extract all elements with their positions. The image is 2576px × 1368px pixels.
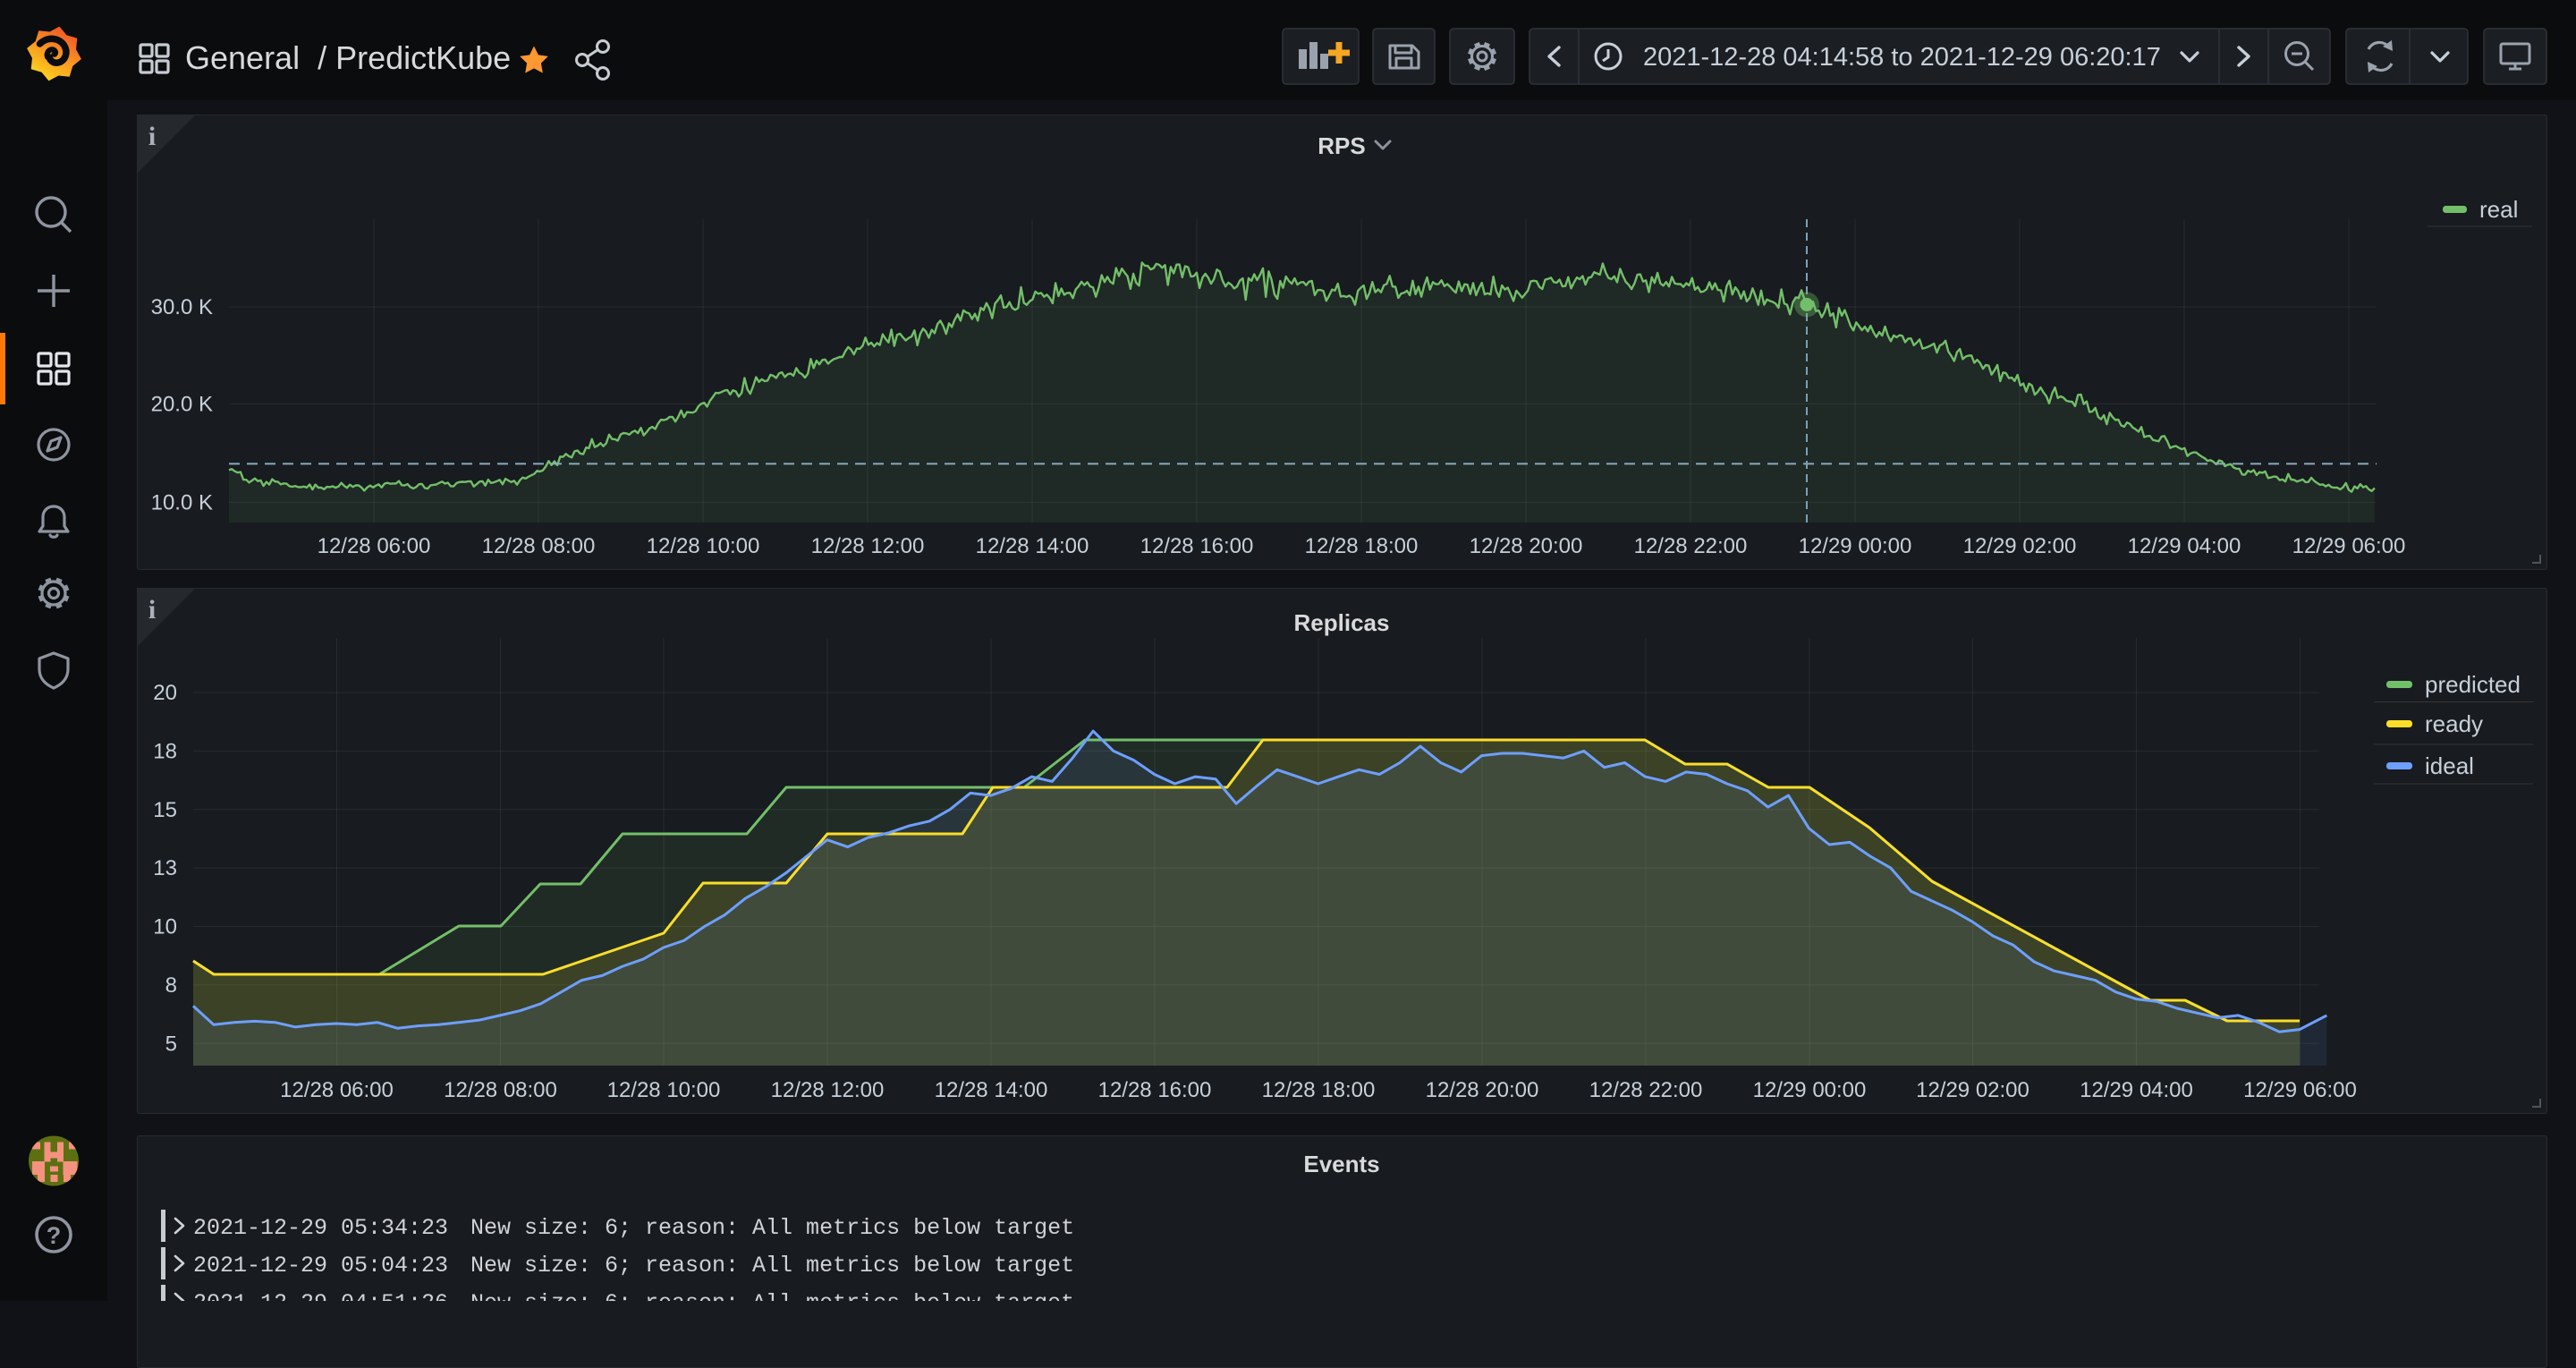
svg-text:12/28 06:00: 12/28 06:00 bbox=[280, 1078, 394, 1102]
svg-text:30.0 K: 30.0 K bbox=[151, 295, 213, 319]
svg-text:New size: 6; reason: All metri: New size: 6; reason: All metrics below t… bbox=[470, 1215, 1074, 1241]
svg-text:12/28 22:00: 12/28 22:00 bbox=[1634, 534, 1748, 558]
svg-text:12/29 04:00: 12/29 04:00 bbox=[2080, 1078, 2193, 1102]
svg-text:8: 8 bbox=[165, 973, 177, 998]
svg-text:10: 10 bbox=[153, 915, 177, 939]
svg-text:12/28 12:00: 12/28 12:00 bbox=[771, 1078, 885, 1102]
svg-text:General / PredictKube: General / PredictKube bbox=[185, 39, 511, 76]
svg-text:15: 15 bbox=[153, 798, 177, 822]
svg-text:12/28 16:00: 12/28 16:00 bbox=[1140, 534, 1254, 558]
svg-text:12/28 18:00: 12/28 18:00 bbox=[1262, 1078, 1376, 1102]
svg-text:predicted: predicted bbox=[2425, 671, 2521, 698]
svg-text:?: ? bbox=[47, 1222, 62, 1249]
svg-text:i: i bbox=[148, 595, 156, 625]
svg-text:12/29 00:00: 12/29 00:00 bbox=[1799, 534, 1912, 558]
svg-text:12/29 02:00: 12/29 02:00 bbox=[1916, 1078, 2029, 1102]
svg-text:10.0 K: 10.0 K bbox=[151, 490, 213, 514]
svg-text:RPS: RPS bbox=[1318, 132, 1365, 159]
svg-text:12/28 14:00: 12/28 14:00 bbox=[935, 1078, 1048, 1102]
svg-text:12/28 10:00: 12/28 10:00 bbox=[647, 534, 760, 558]
svg-text:12/28 18:00: 12/28 18:00 bbox=[1305, 534, 1419, 558]
svg-text:12/28 10:00: 12/28 10:00 bbox=[607, 1078, 721, 1102]
svg-text:13: 13 bbox=[153, 856, 177, 880]
svg-text:12/28 20:00: 12/28 20:00 bbox=[1426, 1078, 1539, 1102]
svg-text:12/29 00:00: 12/29 00:00 bbox=[1753, 1078, 1867, 1102]
svg-text:12/28 06:00: 12/28 06:00 bbox=[318, 534, 431, 558]
svg-text:12/28 08:00: 12/28 08:00 bbox=[444, 1078, 557, 1102]
svg-text:2021-12-29 04:51:26: 2021-12-29 04:51:26 bbox=[193, 1290, 448, 1301]
svg-text:12/28 20:00: 12/28 20:00 bbox=[1470, 534, 1583, 558]
svg-text:12/28 14:00: 12/28 14:00 bbox=[976, 534, 1089, 558]
svg-text:New size: 6; reason: All metri: New size: 6; reason: All metrics below t… bbox=[470, 1290, 1074, 1301]
svg-text:ready: ready bbox=[2425, 710, 2483, 737]
svg-text:Replicas: Replicas bbox=[1294, 609, 1390, 636]
svg-text:Events: Events bbox=[1303, 1151, 1379, 1177]
svg-text:5: 5 bbox=[165, 1032, 177, 1056]
svg-text:18: 18 bbox=[153, 739, 177, 763]
svg-text:20.0 K: 20.0 K bbox=[151, 392, 213, 416]
svg-text:12/28 12:00: 12/28 12:00 bbox=[811, 534, 925, 558]
svg-text:12/29 06:00: 12/29 06:00 bbox=[2292, 534, 2406, 558]
svg-text:2021-12-29 05:34:23: 2021-12-29 05:34:23 bbox=[193, 1215, 448, 1241]
svg-text:ideal: ideal bbox=[2425, 752, 2474, 779]
svg-text:2021-12-29 05:04:23: 2021-12-29 05:04:23 bbox=[193, 1253, 448, 1279]
svg-text:i: i bbox=[148, 122, 156, 151]
svg-text:2021-12-28 04:14:58 to 2021-12: 2021-12-28 04:14:58 to 2021-12-29 06:20:… bbox=[1643, 43, 2161, 72]
svg-text:12/28 22:00: 12/28 22:00 bbox=[1589, 1078, 1703, 1102]
svg-text:12/29 06:00: 12/29 06:00 bbox=[2243, 1078, 2357, 1102]
svg-text:12/29 04:00: 12/29 04:00 bbox=[2128, 534, 2241, 558]
svg-text:New size: 6; reason: All metri: New size: 6; reason: All metrics below t… bbox=[470, 1253, 1074, 1279]
svg-text:real: real bbox=[2479, 196, 2518, 223]
svg-text:12/28 16:00: 12/28 16:00 bbox=[1098, 1078, 1212, 1102]
svg-text:20: 20 bbox=[153, 681, 177, 705]
svg-text:12/28 08:00: 12/28 08:00 bbox=[482, 534, 596, 558]
svg-text:12/29 02:00: 12/29 02:00 bbox=[1963, 534, 2077, 558]
